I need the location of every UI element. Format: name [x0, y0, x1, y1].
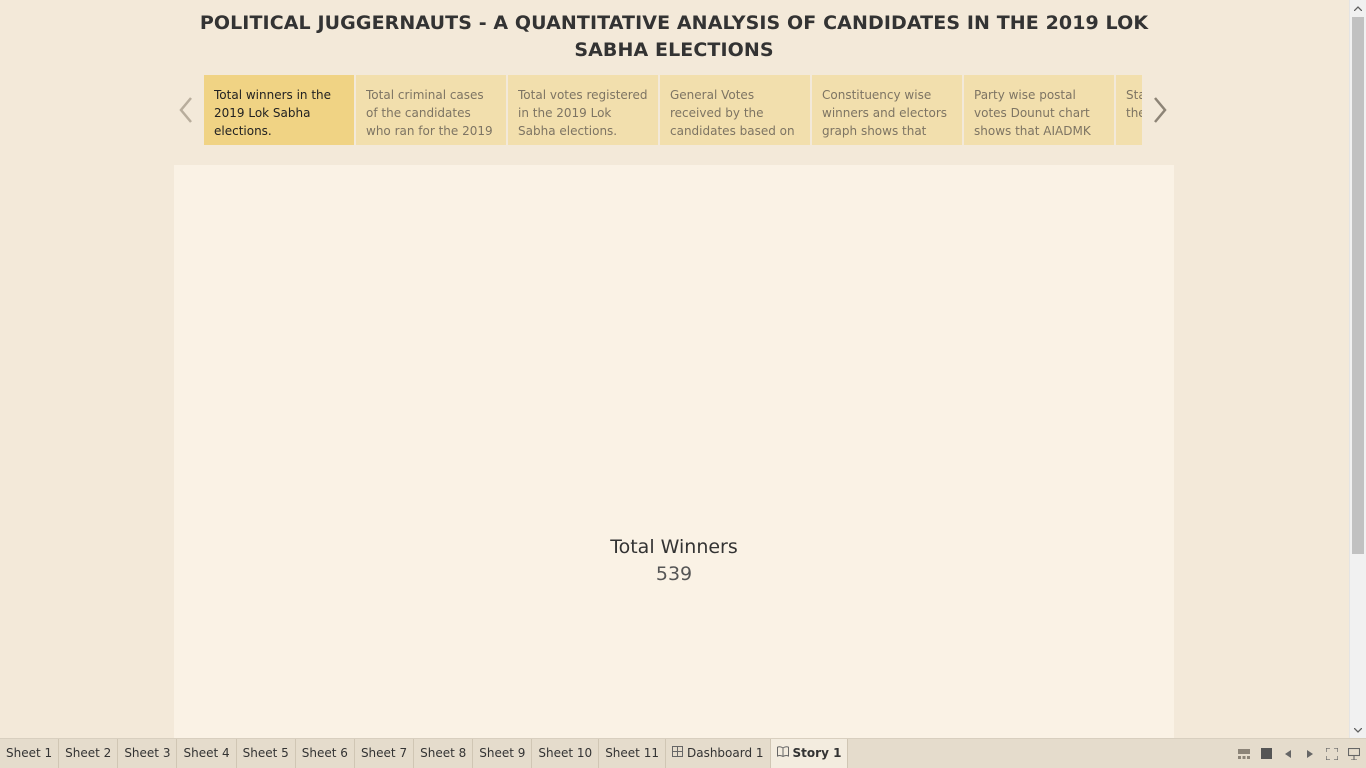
tab-label: Sheet 10: [538, 746, 593, 760]
tab-label: Dashboard 1: [686, 746, 764, 760]
story-point-2[interactable]: Total criminal cases of the candidates w…: [356, 75, 506, 145]
arrow-up-icon: [1354, 5, 1362, 11]
tab-sheet-4[interactable]: Sheet 4: [177, 739, 237, 768]
story-point-caption: Total criminal cases of the candidates w…: [366, 88, 493, 138]
tab-sheet-10[interactable]: Sheet 10: [532, 739, 600, 768]
tab-sheet-6[interactable]: Sheet 6: [296, 739, 355, 768]
tab-label: Sheet 6: [301, 746, 348, 760]
tab-label: Sheet 9: [479, 746, 526, 760]
chevron-right-icon: [1154, 97, 1167, 123]
tab-label: Sheet 4: [183, 746, 230, 760]
story-title: POLITICAL JUGGERNAUTS - A QUANTITATIVE A…: [199, 12, 1149, 61]
dashboard-grid-icon: [671, 739, 683, 768]
kpi-label: Total Winners: [610, 536, 738, 558]
tab-label: Sheet 8: [420, 746, 467, 760]
filmstrip-view-button[interactable]: [1238, 748, 1250, 760]
tab-label: Sheet 2: [65, 746, 112, 760]
story-point-5[interactable]: Constituency wise winners and electors g…: [812, 75, 962, 145]
tab-label: Sheet 1: [6, 746, 53, 760]
story-point-caption: General Votes received by the candidates…: [670, 88, 795, 138]
fit-screen-button[interactable]: [1326, 747, 1338, 760]
previous-story-point-button[interactable]: [176, 94, 196, 126]
tab-sheet-9[interactable]: Sheet 9: [473, 739, 533, 768]
story-point-caption: Total winners in the 2019 Lok Sabha elec…: [214, 88, 332, 138]
tab-sheet-8[interactable]: Sheet 8: [414, 739, 474, 768]
tab-sheet-2[interactable]: Sheet 2: [59, 739, 119, 768]
kpi-value: 539: [655, 563, 693, 585]
scroll-down-button[interactable]: [1350, 722, 1366, 738]
tab-label: Story 1: [792, 746, 842, 760]
sheet-tab-bar: Sheet 1 Sheet 2 Sheet 3 Sheet 4 Sheet 5 Sheet…: [0, 738, 1366, 768]
view-controls: [1238, 739, 1360, 768]
triangle-left-icon: [1285, 749, 1291, 758]
scroll-thumb[interactable]: [1352, 17, 1364, 554]
single-view-button[interactable]: [1260, 748, 1272, 760]
story-point-caption: Party wise postal votes Dounut chart sho…: [974, 88, 1091, 138]
tab-sheet-5[interactable]: Sheet 5: [237, 739, 296, 768]
tab-label: Sheet 11: [605, 746, 659, 760]
tab-label: Sheet 5: [242, 746, 289, 760]
presentation-mode-button[interactable]: [1348, 747, 1360, 760]
tab-sheet-3[interactable]: Sheet 3: [118, 739, 178, 768]
story-point-caption: State wise trend of the: [1126, 88, 1142, 120]
filmstrip-icon: [1238, 748, 1250, 759]
story-canvas: Total Winners 539: [174, 165, 1174, 738]
previous-sheet-button[interactable]: [1282, 748, 1294, 760]
story-book-icon: [776, 739, 789, 768]
tab-story-1[interactable]: Story 1: [770, 739, 849, 768]
triangle-right-icon: [1307, 749, 1313, 758]
presentation-icon: [1348, 747, 1360, 760]
tab-sheet-1[interactable]: Sheet 1: [0, 739, 60, 768]
story-point-7[interactable]: State wise trend of the: [1116, 75, 1142, 145]
scroll-up-button[interactable]: [1350, 0, 1366, 16]
story-point-6[interactable]: Party wise postal votes Dounut chart sho…: [964, 75, 1114, 145]
next-story-point-button[interactable]: [1150, 94, 1170, 126]
arrow-down-icon: [1354, 727, 1362, 733]
next-sheet-button[interactable]: [1304, 748, 1316, 760]
tab-sheet-11[interactable]: Sheet 11: [599, 739, 666, 768]
tab-label: Sheet 7: [360, 746, 408, 760]
story-point-1[interactable]: Total winners in the 2019 Lok Sabha elec…: [204, 75, 354, 145]
story-point-4[interactable]: General Votes received by the candidates…: [660, 75, 810, 145]
fullscreen-icon: [1326, 747, 1338, 760]
story-point-caption: Constituency wise winners and electors g…: [822, 88, 948, 138]
square-icon: [1260, 748, 1272, 759]
tab-label: Sheet 3: [124, 746, 171, 760]
story-points-strip: Total winners in the 2019 Lok Sabha elec…: [204, 75, 1142, 145]
tab-dashboard-1[interactable]: Dashboard 1: [666, 739, 771, 768]
story-point-caption: Total votes registered in the 2019 Lok S…: [518, 88, 648, 138]
chevron-left-icon: [179, 97, 192, 123]
vertical-scrollbar[interactable]: [1349, 0, 1366, 738]
tab-sheet-7[interactable]: Sheet 7: [355, 739, 415, 768]
story-point-3[interactable]: Total votes registered in the 2019 Lok S…: [508, 75, 658, 145]
